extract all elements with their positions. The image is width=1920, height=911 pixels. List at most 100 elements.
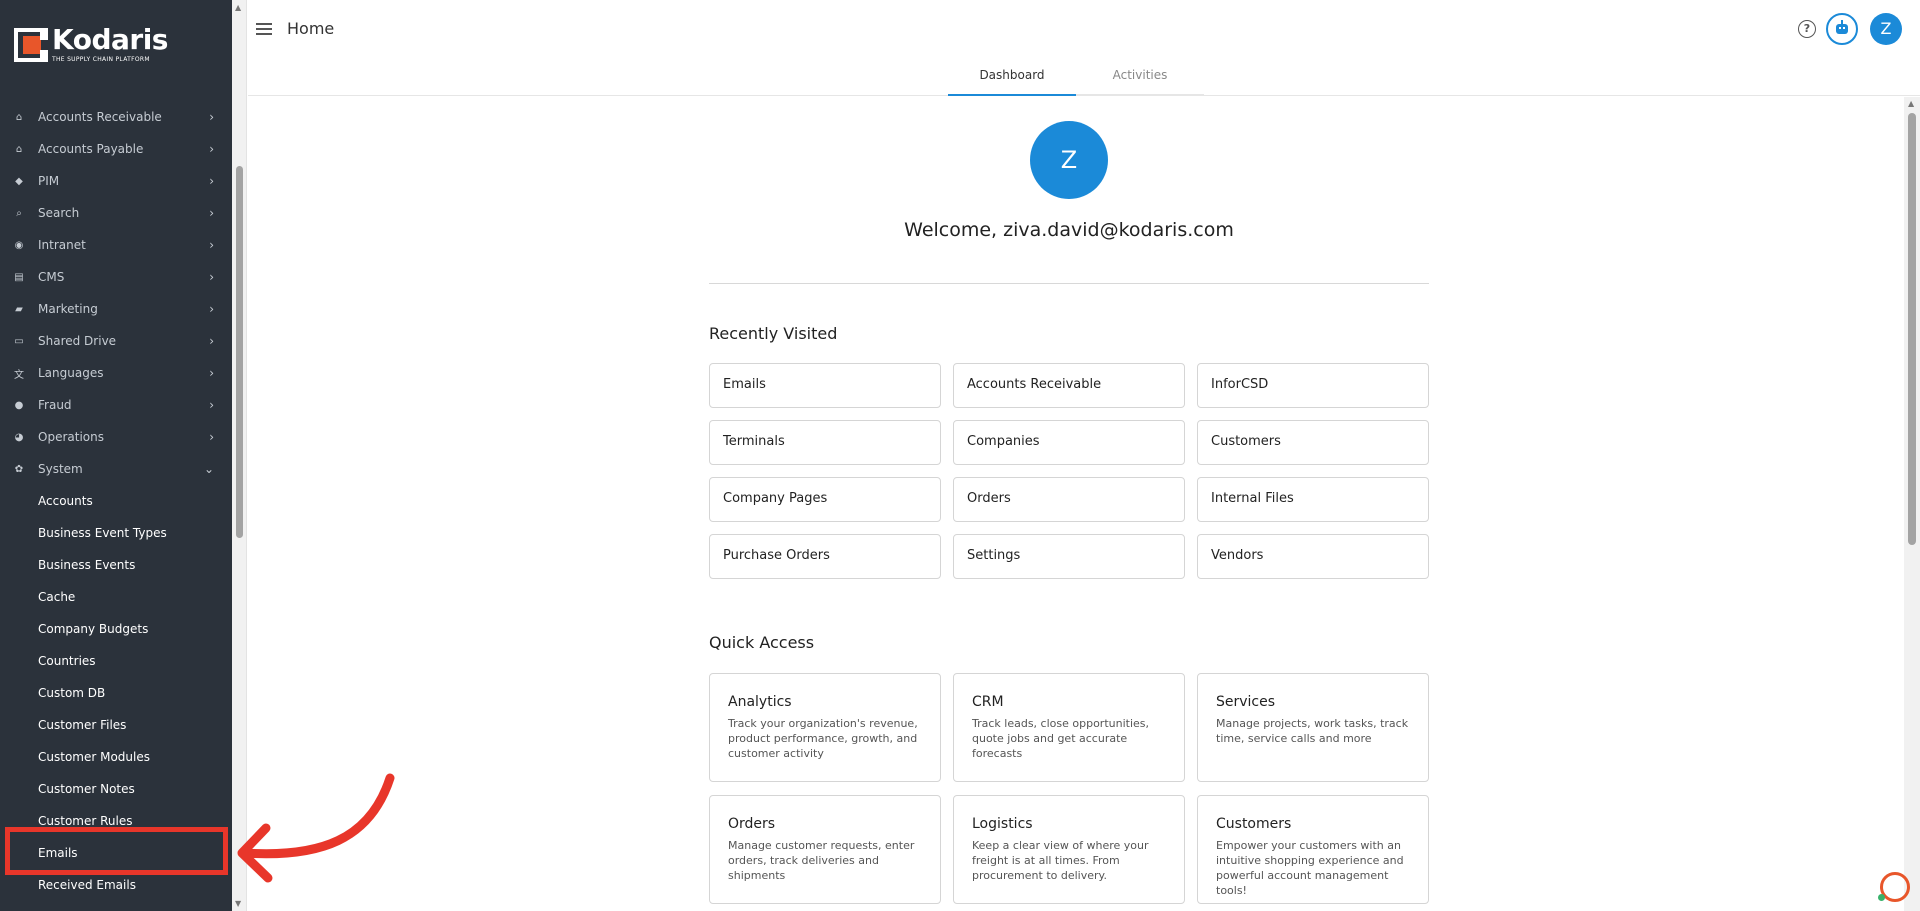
chevron-right-icon: › [209,302,214,316]
sidebar-item-marketing[interactable]: ▰ Marketing › [0,293,232,325]
annotation-arrow-icon [237,773,395,883]
kodaris-logo[interactable]: Kodaris THE SUPPLY CHAIN PLATFORM [14,26,168,63]
quick-access-title: Customers [1216,816,1292,832]
sidebar-subitem-customer-modules[interactable]: Customer Modules [0,741,232,773]
alert-icon: ● [14,399,24,411]
sidebar-item-accounts-receivable[interactable]: ⌂ Accounts Receivable › [0,101,232,133]
quick-access-title: Logistics [972,816,1033,832]
assistant-bot-icon[interactable] [1826,13,1858,45]
sidebar-item-intranet[interactable]: ◉ Intranet › [0,229,232,261]
welcome-message: Welcome, ziva.david@kodaris.com [904,219,1234,241]
sidebar-item-cms[interactable]: ▤ CMS › [0,261,232,293]
tab-dashboard[interactable]: Dashboard [948,60,1076,96]
sidebar-item-system[interactable]: ✿ System ⌄ [0,453,232,485]
quick-access-title: CRM [972,694,1004,710]
sidebar-subitem-business-events[interactable]: Business Events [0,549,232,581]
quick-access-title: Orders [728,816,776,832]
recent-link-inforcsd[interactable]: InforCSD [1197,363,1429,408]
chat-support-icon[interactable] [1878,872,1910,902]
scroll-up-icon[interactable]: ▲ [1908,99,1914,108]
profile-avatar: Z [1030,121,1108,199]
quick-access-card-logistics[interactable]: Logistics Keep a clear view of where your… [953,795,1185,904]
quick-access-card-services[interactable]: Services Manage projects, work tasks, tra… [1197,673,1429,782]
chevron-right-icon: › [209,142,214,156]
main-scrollbar[interactable]: ▲ [1904,97,1920,911]
quick-access-description: Keep a clear view of where your freight … [972,839,1149,882]
tag-icon: ◆ [15,175,23,187]
sidebar-scroll-thumb[interactable] [236,166,243,538]
scroll-down-icon[interactable]: ▼ [235,899,241,908]
quick-access-title: Quick Access [709,633,815,652]
dashboard-content: Z Welcome, ziva.david@kodaris.com Recent… [248,97,1904,911]
bank-icon: ⌂ [15,111,23,123]
recently-visited-title: Recently Visited [709,324,838,343]
tab-activities[interactable]: Activities [1076,60,1204,96]
sidebar-item-label: Search [38,206,80,220]
chevron-down-icon: ⌄ [203,462,214,476]
sidebar-item-fraud[interactable]: ● Fraud › [0,389,232,421]
sidebar-item-operations[interactable]: ◕ Operations › [0,421,232,453]
quick-access-card-orders[interactable]: Orders Manage customer requests, enter or… [709,795,941,904]
help-icon[interactable]: ? [1798,20,1816,38]
quick-access-description: Empower your customers with an intuitive… [1216,839,1404,897]
folder-icon: ▭ [14,335,24,347]
chevron-right-icon: › [209,238,214,252]
sidebar-subitem-customer-files[interactable]: Customer Files [0,709,232,741]
recent-link-vendors[interactable]: Vendors [1197,534,1429,579]
sidebar-item-label: Intranet [38,238,86,252]
hamburger-menu-icon[interactable] [254,20,274,38]
chevron-right-icon: › [209,174,214,188]
sidebar-item-label: System [38,462,83,476]
sidebar-subitem-custom-db[interactable]: Custom DB [0,677,232,709]
recent-link-purchase-orders[interactable]: Purchase Orders [709,534,941,579]
recent-link-accounts-receivable[interactable]: Accounts Receivable [953,363,1185,408]
chevron-right-icon: › [209,334,214,348]
quick-access-card-analytics[interactable]: Analytics Track your organization's reven… [709,673,941,782]
quick-access-card-customers[interactable]: Customers Empower your customers with an … [1197,795,1429,904]
recent-link-terminals[interactable]: Terminals [709,420,941,465]
brand-name: Kodaris [52,23,168,56]
divider [709,283,1429,284]
sidebar-subitem-company-budgets[interactable]: Company Budgets [0,613,232,645]
tab-bar: Dashboard Activities [948,60,1204,96]
sidebar-item-label: Operations [38,430,104,444]
sidebar-subitem-business-event-types[interactable]: Business Event Types [0,517,232,549]
sidebar-item-accounts-payable[interactable]: ⌂ Accounts Payable › [0,133,232,165]
main-scroll-thumb[interactable] [1908,113,1916,545]
sidebar-item-languages[interactable]: 文 Languages › [0,357,232,389]
quick-access-description: Manage projects, work tasks, track time,… [1216,717,1409,745]
chevron-right-icon: › [209,398,214,412]
top-bar: Home ? Z Dashboard Activities [248,0,1920,96]
sidebar-item-search[interactable]: ⌕ Search › [0,197,232,229]
recent-link-internal-files[interactable]: Internal Files [1197,477,1429,522]
recent-link-emails[interactable]: Emails [709,363,941,408]
chevron-right-icon: › [209,366,214,380]
sidebar-item-shared-drive[interactable]: ▭ Shared Drive › [0,325,232,357]
layout-icon: ▤ [14,271,24,283]
user-avatar[interactable]: Z [1870,13,1902,45]
quick-access-card-crm[interactable]: CRM Track leads, close opportunities, quo… [953,673,1185,782]
megaphone-icon: ▰ [15,303,23,315]
recent-link-companies[interactable]: Companies [953,420,1185,465]
chevron-right-icon: › [209,206,214,220]
sidebar-subitem-cache[interactable]: Cache [0,581,232,613]
sidebar-subitem-countries[interactable]: Countries [0,645,232,677]
scroll-up-icon[interactable]: ▲ [235,3,241,12]
recent-link-company-pages[interactable]: Company Pages [709,477,941,522]
sidebar-item-label: Fraud [38,398,72,412]
recent-link-customers[interactable]: Customers [1197,420,1429,465]
sidebar-subitem-accounts[interactable]: Accounts [0,485,232,517]
translate-icon: 文 [14,369,24,381]
quick-access-title: Services [1216,694,1276,710]
recent-link-settings[interactable]: Settings [953,534,1185,579]
sidebar-item-label: Accounts Payable [38,142,144,156]
sidebar-item-pim[interactable]: ◆ PIM › [0,165,232,197]
recent-link-orders[interactable]: Orders [953,477,1185,522]
sidebar-subitem-customer-notes[interactable]: Customer Notes [0,773,232,805]
sidebar-item-label: Shared Drive [38,334,117,348]
sidebar-item-label: Marketing [38,302,98,316]
sidebar-item-label: PIM [38,174,60,188]
annotation-highlight-box [5,827,228,875]
brand-tagline: THE SUPPLY CHAIN PLATFORM [52,56,150,63]
sidebar-item-label: Accounts Receivable [38,110,162,124]
